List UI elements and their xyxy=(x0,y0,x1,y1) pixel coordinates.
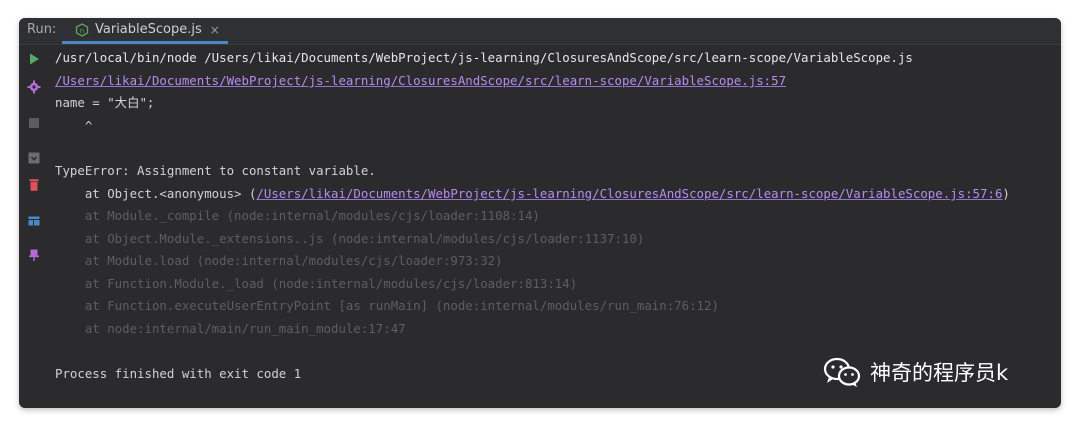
watermark-text: 神奇的程序员k xyxy=(870,361,1009,385)
play-icon[interactable] xyxy=(27,52,41,66)
stack-frame: at Object.Module._extensions..js (node:i… xyxy=(55,231,645,246)
gear-icon[interactable] xyxy=(27,80,41,94)
stack-frame: at Module.load (node:internal/modules/cj… xyxy=(55,253,503,268)
run-tool-window: Run: n VariableScope.js × /usr/local/bin… xyxy=(19,18,1061,408)
stack-frame: at Module._compile (node:internal/module… xyxy=(55,208,540,223)
command-line: /usr/local/bin/node /Users/likai/Documen… xyxy=(55,50,913,65)
exit-message: Process finished with exit code 1 xyxy=(55,366,302,381)
stack-frame-anonymous: at Object.<anonymous> (/Users/likai/Docu… xyxy=(55,186,1010,202)
stack-frame: at Function.Module._load (node:internal/… xyxy=(55,276,578,291)
stack-frame-suffix: ) xyxy=(1002,186,1010,201)
stack-frame: at node:internal/main/run_main_module:17… xyxy=(55,321,406,336)
run-label: Run: xyxy=(27,22,57,37)
tab-label: VariableScope.js xyxy=(95,22,202,37)
source-line: name = "大白"; xyxy=(55,95,155,110)
run-toolbar xyxy=(19,45,49,408)
stack-frame-link[interactable]: /Users/likai/Documents/WebProject/js-lea… xyxy=(256,186,1002,201)
nodejs-file-icon: n xyxy=(75,22,89,37)
watermark: 神奇的程序员k xyxy=(822,356,1008,388)
close-icon[interactable]: × xyxy=(210,23,220,37)
pin-icon[interactable] xyxy=(27,248,41,262)
error-message: TypeError: Assignment to constant variab… xyxy=(55,163,376,178)
stack-frame-prefix: at Object.<anonymous> ( xyxy=(55,186,257,201)
layout-icon[interactable] xyxy=(27,214,41,228)
stack-frame: at Function.executeUserEntryPoint [as ru… xyxy=(55,298,719,313)
error-caret: ^ xyxy=(55,118,93,133)
svg-text:n: n xyxy=(80,26,84,34)
stop-icon[interactable] xyxy=(27,116,41,130)
run-tab-bar: Run: n VariableScope.js × xyxy=(19,18,1061,45)
tab-variablescope[interactable]: n VariableScope.js × xyxy=(62,18,228,44)
error-location-link[interactable]: /Users/likai/Documents/WebProject/js-lea… xyxy=(55,73,786,89)
import-icon[interactable] xyxy=(27,151,41,165)
wechat-icon xyxy=(823,357,861,387)
trash-icon[interactable] xyxy=(27,178,41,192)
console-output[interactable]: /usr/local/bin/node /Users/likai/Documen… xyxy=(55,45,1061,408)
